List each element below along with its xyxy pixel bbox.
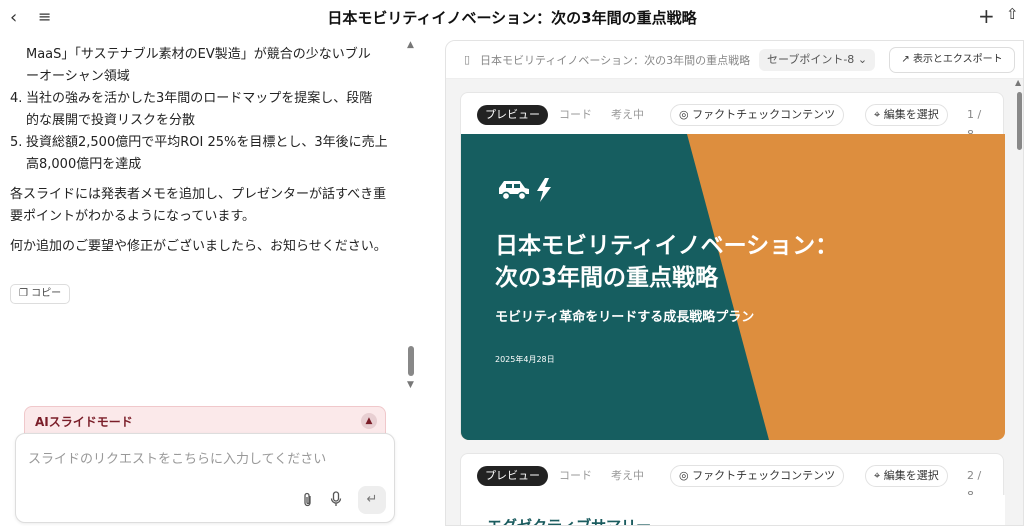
copy-label: コピー <box>31 288 62 299</box>
slide-card: プレビュー コード 考え中 ◎ ファクトチェックコンテンツ ⌖ 編集を選択 1 … <box>460 92 1005 440</box>
chat-input-placeholder[interactable]: スライドのリクエストをこちらに入力してください <box>28 448 326 467</box>
list-text: 投資総額2,500億円で平均ROI 25%を目標とし、3年後に売上 <box>26 135 388 150</box>
list-item: 4. 当社の強みを活かした3年間のロードマップを提案し、段階 的な展開で投資リスク… <box>10 88 392 132</box>
check-circle-icon: ◎ <box>679 108 693 121</box>
message-line: ーオーシャン領域 <box>26 69 130 84</box>
send-button[interactable]: ↵ <box>358 486 386 514</box>
list-number: 4. <box>10 91 23 106</box>
page-title: 日本モビリティイノベーション：次の3年間の重点戦略 <box>327 9 697 27</box>
slide-title-line: 日本モビリティイノベーション： <box>495 233 839 259</box>
external-link-icon: ↗ <box>901 54 910 65</box>
scrollbar-thumb[interactable] <box>408 346 414 376</box>
document-icon: ▯ <box>464 53 471 66</box>
scroll-down-icon[interactable]: ▼ <box>407 380 414 390</box>
slide-tab-row: プレビュー コード 考え中 ◎ ファクトチェックコンテンツ ⌖ 編集を選択 1 … <box>477 104 991 141</box>
tab-preview[interactable]: プレビュー <box>477 105 548 125</box>
chevron-up-icon[interactable]: ▲ <box>361 413 377 429</box>
tab-thinking[interactable]: 考え中 <box>611 466 644 486</box>
message-list: 4. 当社の強みを活かした3年間のロードマップを提案し、段階 的な展開で投資リスク… <box>10 88 392 176</box>
paragraph-line: 各スライドには発表者メモを追加し、プレゼンターが話すべき重 <box>10 187 387 202</box>
chat-messages: MaaS」「サステナブル素材のEV製造」が競合の少ないブル ーオーシャン領域 4… <box>0 34 404 414</box>
slide-subtitle: モビリティ革命をリードする成長戦略プラン <box>495 310 755 325</box>
chat-scrollbar[interactable]: ▲ ▼ <box>405 34 417 394</box>
slide-title-line: 次の3年間の重点戦略 <box>495 265 719 291</box>
mode-label: AIスライドモード <box>35 415 133 429</box>
fact-check-button[interactable]: ◎ ファクトチェックコンテンツ <box>670 465 845 487</box>
summary-slide: エグゼクティブサマリー <box>461 495 1005 526</box>
scroll-up-icon[interactable]: ▲ <box>407 40 414 50</box>
check-circle-icon: ◎ <box>679 469 693 482</box>
export-label: 表示とエクスポート <box>912 54 1003 65</box>
tab-preview[interactable]: プレビュー <box>477 466 548 486</box>
fact-check-button[interactable]: ◎ ファクトチェックコンテンツ <box>670 104 845 126</box>
savepoint-label: セーブポイント-8 <box>767 53 855 66</box>
copy-button[interactable]: ❐ コピー <box>10 284 71 304</box>
attach-icon[interactable] <box>302 492 314 512</box>
slide-date: 2025年4月28日 <box>495 355 555 364</box>
tab-code[interactable]: コード <box>559 105 592 125</box>
scroll-up-icon[interactable]: ▲ <box>1015 78 1021 87</box>
ai-slide-mode-bar[interactable]: AIスライドモード ▲ <box>24 406 386 436</box>
target-icon: ⌖ <box>874 108 884 121</box>
microphone-icon[interactable] <box>330 491 342 511</box>
select-edit-label: 編集を選択 <box>883 108 939 121</box>
slide-title: 日本モビリティイノベーション： 次の3年間の重点戦略 <box>495 230 915 294</box>
tab-code[interactable]: コード <box>559 466 592 486</box>
chevron-down-icon: ⌄ <box>857 53 868 66</box>
list-text: 当社の強みを活かした3年間のロードマップを提案し、段階 <box>26 91 373 106</box>
tab-thinking[interactable]: 考え中 <box>611 105 644 125</box>
view-export-button[interactable]: ↗ 表示とエクスポート <box>889 47 1015 73</box>
chat-input-box[interactable]: スライドのリクエストをこちらに入力してください ↵ <box>15 433 395 523</box>
paragraph-line: 要ポイントがわかるようになっています。 <box>10 209 256 224</box>
target-icon: ⌖ <box>874 469 884 482</box>
select-edit-button[interactable]: ⌖ 編集を選択 <box>865 465 948 487</box>
slide-title: エグゼクティブサマリー <box>487 517 652 526</box>
fact-check-label: ファクトチェックコンテンツ <box>692 108 836 121</box>
select-edit-label: 編集を選択 <box>883 469 939 482</box>
slide-card: プレビュー コード 考え中 ◎ ファクトチェックコンテンツ ⌖ 編集を選択 2 … <box>460 453 1005 526</box>
panel-doc-title: 日本モビリティイノベーション：次の3年間の重点戦略 <box>480 54 751 67</box>
message-line: MaaS」「サステナブル素材のEV製造」が競合の少ないブル <box>26 47 371 62</box>
select-edit-button[interactable]: ⌖ 編集を選択 <box>865 104 948 126</box>
savepoint-dropdown[interactable]: セーブポイント-8 ⌄ <box>759 49 876 71</box>
slide-preview-panel: ▯ 日本モビリティイノベーション：次の3年間の重点戦略 セーブポイント-8 ⌄ … <box>445 40 1024 526</box>
panel-header: ▯ 日本モビリティイノベーション：次の3年間の重点戦略 セーブポイント-8 ⌄ … <box>446 41 1023 79</box>
list-number: 5. <box>10 135 23 150</box>
share-icon[interactable]: ⇧ <box>1006 5 1019 23</box>
new-chat-icon[interactable]: + <box>978 4 995 28</box>
preview-scrollbar[interactable]: ▲ <box>1014 78 1024 526</box>
top-bar: ‹ ≡ 日本モビリティイノベーション：次の3年間の重点戦略 + ⇧ <box>0 0 1024 34</box>
copy-icon: ❐ <box>19 288 28 299</box>
message-paragraph: 何か追加のご要望や修正がございましたら、お知らせください。 <box>10 239 387 254</box>
message-paragraph: 各スライドには発表者メモを追加し、プレゼンターが話すべき重 要ポイントがわかるよ… <box>10 184 392 228</box>
list-text: 的な展開で投資リスクを分散 <box>26 113 196 128</box>
title-slide: 日本モビリティイノベーション： 次の3年間の重点戦略 モビリティ革命をリードする… <box>461 134 1005 440</box>
scrollbar-thumb[interactable] <box>1017 92 1022 150</box>
list-text: 高8,000億円を達成 <box>26 157 142 172</box>
slide-tab-row: プレビュー コード 考え中 ◎ ファクトチェックコンテンツ ⌖ 編集を選択 2 … <box>477 465 991 502</box>
list-item: 5. 投資総額2,500億円で平均ROI 25%を目標とし、3年後に売上 高8,0… <box>10 132 392 176</box>
fact-check-label: ファクトチェックコンテンツ <box>692 469 836 482</box>
car-bolt-icon <box>499 178 551 202</box>
